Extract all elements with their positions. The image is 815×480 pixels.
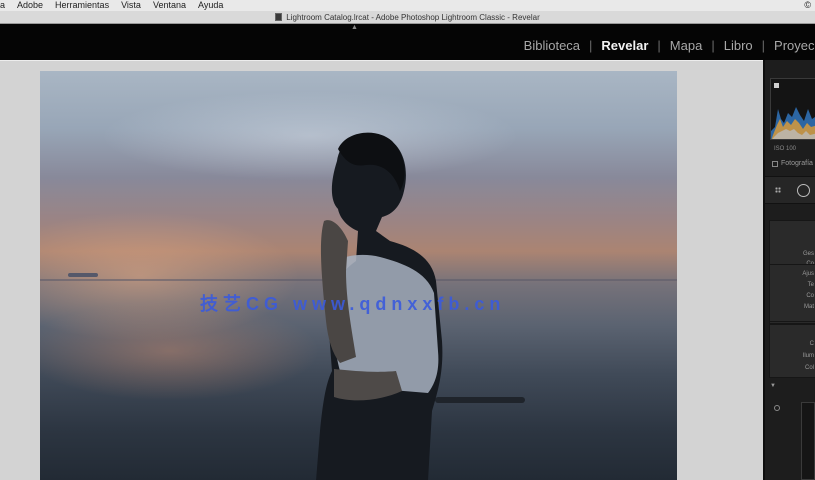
module-develop[interactable]: Revelar (601, 38, 648, 53)
color-panel-block: C Ilum Col (769, 324, 815, 378)
module-list: Biblioteca | Revelar | Mapa | Libro | Pr… (524, 38, 815, 53)
module-map[interactable]: Mapa (670, 38, 703, 53)
module-book[interactable]: Libro (724, 38, 753, 53)
person-silhouette (316, 132, 443, 480)
original-checkbox[interactable] (772, 160, 778, 167)
menu-item-window[interactable]: Ventana (149, 0, 194, 11)
module-separator: | (711, 38, 715, 53)
watermark-text: 技艺CG www.qdnxxfb.cn (200, 294, 506, 314)
original-label: Fotografía (781, 160, 813, 167)
panel-label: Col (804, 365, 814, 371)
menu-item-help[interactable]: Ayuda (194, 0, 231, 11)
module-separator: | (589, 38, 593, 53)
mac-menu-bar: a Adobe Herramientas Vista Ventana Ayuda… (0, 0, 815, 11)
module-separator: | (657, 38, 661, 53)
menu-item-app[interactable]: a (0, 0, 13, 11)
grid-dots-icon[interactable] (775, 187, 781, 193)
panel-label: Ajus (802, 271, 814, 277)
develop-right-panel: ISO 100 Fotografía Ges Co Ajus Te Co Mat… (763, 60, 815, 480)
window-title: Lightroom Catalog.lrcat - Adobe Photosho… (286, 12, 540, 22)
exif-info: ISO 100 (774, 146, 797, 152)
spot-removal-icon[interactable] (797, 184, 810, 197)
lightroom-window: a Adobe Herramientas Vista Ventana Ayuda… (0, 0, 815, 480)
histogram-graph (771, 107, 815, 139)
module-picker: ▲ Biblioteca | Revelar | Mapa | Libro | … (0, 24, 815, 60)
panel-label: Mat (803, 304, 814, 310)
panel-label: Co (806, 293, 814, 299)
photo-preview[interactable] (40, 71, 677, 480)
develop-canvas: 技艺CG www.qdnxxfb.cn (0, 60, 765, 480)
original-photo-toggle[interactable]: Fotografía (772, 160, 813, 167)
adjust-panel-block: Ajus Te Co Mat (769, 264, 815, 322)
panel-scroll-area[interactable] (801, 402, 815, 480)
status-menu-icon[interactable]: © (804, 0, 811, 11)
panel-label: Te (807, 282, 814, 288)
module-library[interactable]: Biblioteca (524, 38, 580, 53)
panel-label: C (809, 341, 814, 347)
panel-toggle-icon[interactable] (774, 405, 780, 411)
section-collapse-icon[interactable]: ▼ (770, 383, 776, 389)
menu-item-adobe[interactable]: Adobe (13, 0, 51, 11)
histogram[interactable] (770, 78, 815, 140)
menu-item-view[interactable]: Vista (117, 0, 149, 11)
module-separator: | (761, 38, 766, 53)
module-slideshow[interactable]: Proyecc (774, 38, 815, 53)
tool-strip (765, 176, 815, 204)
panel-label: Ges (802, 251, 814, 257)
window-title-bar: Lightroom Catalog.lrcat - Adobe Photosho… (0, 11, 815, 24)
document-icon (275, 13, 283, 21)
collapse-top-panel-icon[interactable]: ▲ (351, 24, 358, 32)
menu-item-tools[interactable]: Herramientas (51, 0, 117, 11)
panel-label: Ilum (802, 353, 814, 359)
